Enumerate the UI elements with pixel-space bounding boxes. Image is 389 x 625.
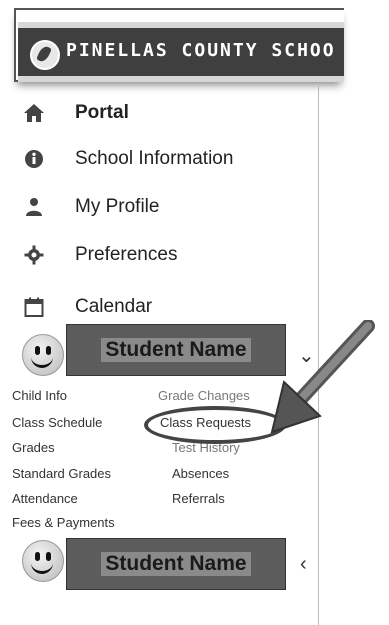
- chevron-left-icon[interactable]: ‹: [300, 553, 307, 576]
- sidebar-item-label: Portal: [75, 102, 129, 123]
- link-absences[interactable]: Absences: [172, 466, 229, 481]
- info-icon: [22, 147, 46, 171]
- student-name: Student Name: [101, 338, 251, 362]
- calendar-icon: [22, 295, 46, 319]
- avatar: [22, 334, 64, 376]
- student-selector[interactable]: Student Name: [66, 538, 286, 590]
- banner-bar: PINELLAS COUNTY SCHOO: [18, 22, 344, 82]
- link-child-info[interactable]: Child Info: [12, 388, 67, 403]
- gear-icon: [22, 243, 46, 267]
- link-grades[interactable]: Grades: [12, 440, 55, 455]
- link-class-schedule[interactable]: Class Schedule: [12, 415, 102, 430]
- sidebar-item-label: Preferences: [75, 244, 178, 265]
- district-logo-icon: [30, 40, 60, 70]
- sidebar-item-calendar[interactable]: Calendar: [22, 290, 152, 324]
- sidebar-item-my-profile[interactable]: My Profile: [22, 190, 159, 224]
- link-attendance[interactable]: Attendance: [12, 491, 78, 506]
- annotation-arrow-icon: [270, 320, 375, 434]
- user-icon: [22, 195, 46, 219]
- link-grade-changes[interactable]: Grade Changes: [158, 388, 250, 403]
- avatar: [22, 540, 64, 582]
- sidebar-item-preferences[interactable]: Preferences: [22, 238, 177, 272]
- home-icon: [22, 101, 46, 125]
- sidebar-item-label: School Information: [75, 148, 234, 169]
- sidebar-item-portal[interactable]: Portal: [22, 96, 129, 130]
- link-referrals[interactable]: Referrals: [172, 491, 225, 506]
- student-selector[interactable]: Student Name: [66, 324, 286, 376]
- page-title: PINELLAS COUNTY SCHOO: [66, 40, 336, 61]
- sidebar-item-label: My Profile: [75, 196, 160, 217]
- link-standard-grades[interactable]: Standard Grades: [12, 466, 111, 481]
- sidebar-item-label: Calendar: [75, 296, 153, 317]
- highlight-circle: [144, 406, 286, 444]
- header-banner: PINELLAS COUNTY SCHOO: [14, 8, 344, 82]
- sidebar-item-school-information[interactable]: School Information: [22, 142, 233, 176]
- student-name: Student Name: [101, 552, 251, 576]
- link-fees-payments[interactable]: Fees & Payments: [12, 515, 115, 530]
